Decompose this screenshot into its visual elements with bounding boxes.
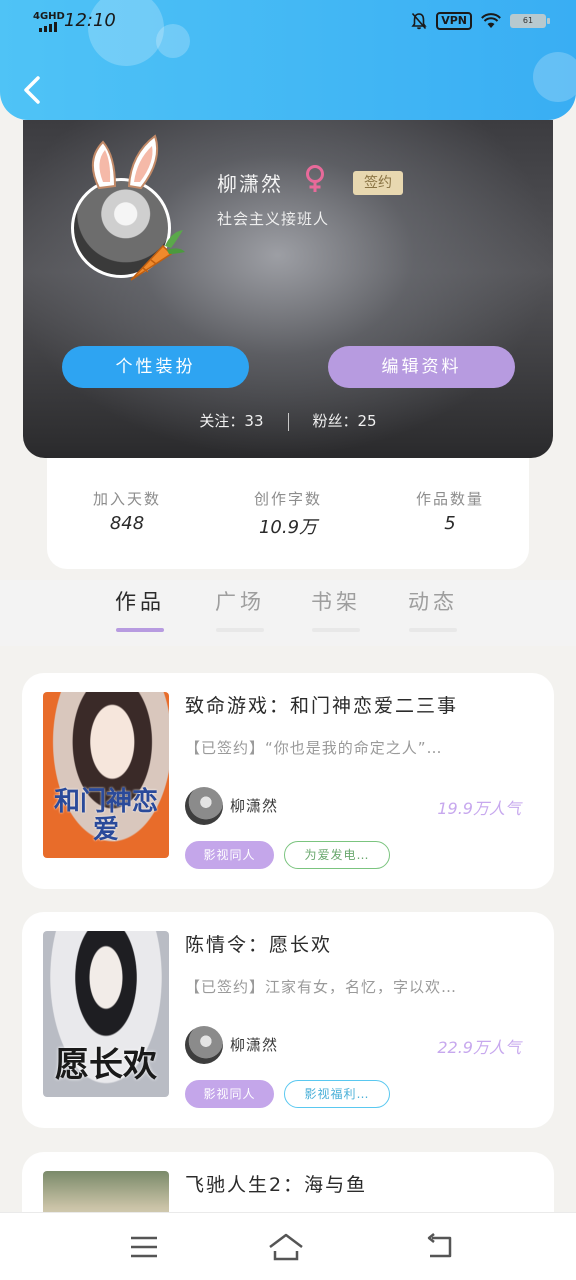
author-name: 柳潇然	[230, 797, 279, 815]
tab-label: 作品	[115, 590, 165, 614]
home-icon[interactable]	[266, 1229, 306, 1265]
work-title[interactable]: 陈情令：愿长欢	[185, 930, 332, 957]
author-avatar	[185, 787, 223, 825]
tab-square[interactable]: 广场	[200, 586, 280, 632]
outfit-button[interactable]: 个性装扮	[62, 346, 249, 388]
tab-indicator	[409, 628, 457, 632]
tab-indicator	[116, 628, 164, 632]
status-icons: VPN 61	[411, 12, 550, 30]
tab-indicator	[216, 628, 264, 632]
header-bar: 4GHD 12:10 VPN 61	[0, 0, 576, 120]
work-description: 【已签约】江家有女，名忆，字以欢…	[185, 978, 458, 996]
popularity-count: 19.9万人气	[437, 799, 521, 818]
work-title[interactable]: 致命游戏：和门神恋爱二三事	[185, 691, 458, 718]
edit-profile-button[interactable]: 编辑资料	[328, 346, 515, 388]
profile-card: 柳潇然 签约 社会主义接班人 个性装扮 编辑资料 关注：33 粉丝：25	[23, 120, 553, 458]
tab-feed[interactable]: 动态	[393, 586, 473, 632]
tab-label: 书架	[311, 590, 361, 614]
tab-label: 广场	[215, 590, 265, 614]
work-description: 【已签约】“你也是我的命定之人”…	[185, 739, 443, 757]
book-cover[interactable]	[43, 1171, 169, 1212]
wifi-icon	[481, 13, 501, 28]
popularity-count: 22.9万人气	[437, 1038, 521, 1057]
female-icon	[306, 165, 324, 192]
work-card[interactable]: 飞驰人生2：海与鱼	[22, 1152, 554, 1212]
followers-count[interactable]: 粉丝：25	[313, 412, 377, 430]
tag-secondary[interactable]: 为爱发电…	[284, 841, 390, 869]
stat-join-days: 加入天数 848	[57, 488, 197, 534]
status-time: 12:10	[64, 10, 116, 31]
work-title[interactable]: 飞驰人生2：海与鱼	[185, 1170, 367, 1197]
decor-bubble	[533, 52, 576, 102]
tab-label: 动态	[408, 590, 458, 614]
carrot-icon	[130, 230, 185, 281]
battery-icon: 61	[510, 14, 550, 28]
follow-stats: 关注：33 粉丝：25	[23, 410, 553, 431]
mute-bell-icon	[411, 12, 427, 30]
signed-badge: 签约	[353, 171, 403, 195]
stat-label: 作品数量	[415, 490, 484, 508]
tab-works[interactable]: 作品	[100, 586, 180, 632]
bunny-ears-icon	[92, 134, 159, 190]
cover-title: 愿长欢	[55, 1045, 157, 1085]
following-count[interactable]: 关注：33	[199, 412, 263, 430]
author-name: 柳潇然	[230, 1036, 279, 1054]
status-bar: 4GHD 12:10 VPN 61	[0, 0, 576, 44]
stat-label: 加入天数	[92, 490, 161, 508]
book-cover[interactable]: 和门神恋爱	[43, 692, 169, 858]
user-bio: 社会主义接班人	[217, 210, 330, 228]
author-avatar	[185, 1026, 223, 1064]
work-card[interactable]: 愿长欢 陈情令：愿长欢 【已签约】江家有女，名忆，字以欢… 柳潇然 22.9万人…	[22, 912, 554, 1128]
stat-value: 10.9万	[258, 517, 318, 538]
tag-fanfic[interactable]: 影视同人	[185, 1080, 274, 1108]
stat-word-count: 创作字数 10.9万	[218, 488, 358, 539]
stat-works-count: 作品数量 5	[380, 488, 520, 534]
back-arrow-icon[interactable]	[16, 72, 52, 108]
book-cover[interactable]: 愿长欢	[43, 931, 169, 1097]
tab-bar: 作品 广场 书架 动态	[0, 580, 576, 646]
stats-card: 加入天数 848 创作字数 10.9万 作品数量 5	[47, 458, 529, 569]
system-nav-bar	[0, 1212, 576, 1280]
vpn-badge: VPN	[436, 12, 472, 30]
work-card[interactable]: 和门神恋爱 致命游戏：和门神恋爱二三事 【已签约】“你也是我的命定之人”… 柳潇…	[22, 673, 554, 889]
tab-bookshelf[interactable]: 书架	[296, 586, 376, 632]
divider	[287, 412, 289, 431]
stat-value: 848	[109, 513, 145, 534]
back-icon[interactable]	[420, 1229, 460, 1265]
tag-secondary[interactable]: 影视福利…	[284, 1080, 390, 1108]
cover-title: 和门神恋爱	[53, 787, 158, 845]
avatar-frame[interactable]	[71, 132, 211, 282]
stat-label: 创作字数	[253, 490, 322, 508]
network-type: 4GHD	[33, 11, 65, 22]
menu-icon[interactable]	[124, 1229, 164, 1265]
stat-value: 5	[444, 513, 456, 534]
signal-icon	[39, 22, 57, 32]
tag-fanfic[interactable]: 影视同人	[185, 841, 274, 869]
tab-indicator	[312, 628, 360, 632]
user-name: 柳潇然	[217, 172, 283, 196]
